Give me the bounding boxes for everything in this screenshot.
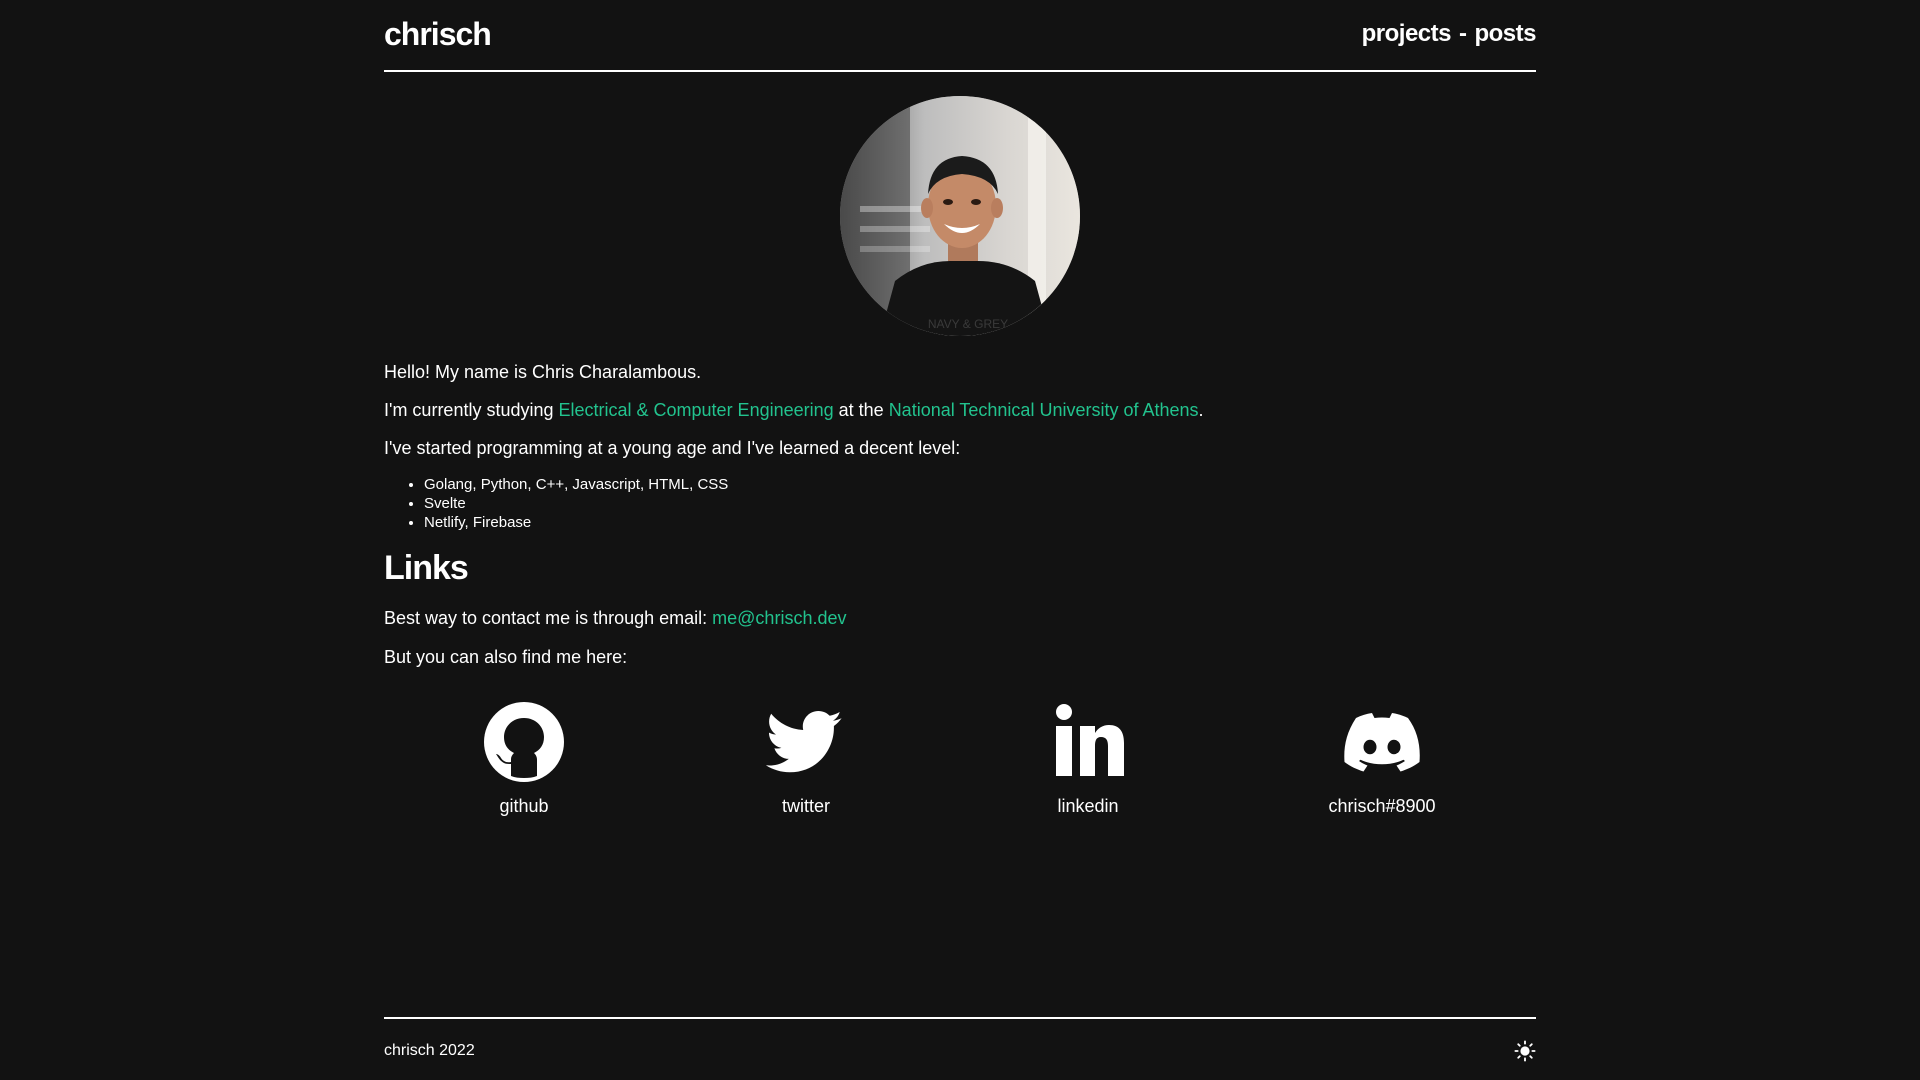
brand-link[interactable]: chrisch bbox=[384, 16, 492, 53]
nav-separator: - bbox=[1458, 20, 1467, 47]
twitter-label: twitter bbox=[781, 796, 830, 816]
social-links: github twitter linkedin chrisch#8900 bbox=[384, 700, 1536, 830]
discord-label: chrisch#8900 bbox=[1328, 796, 1436, 816]
linkedin-label: linkedin bbox=[1057, 796, 1119, 816]
main-nav: projects - posts bbox=[1362, 20, 1537, 48]
github-label: github bbox=[499, 796, 549, 816]
studying-text: I'm currently studying Electrical & Comp… bbox=[384, 398, 1536, 423]
github-icon bbox=[484, 702, 564, 782]
studying-suffix: . bbox=[1198, 400, 1204, 421]
profile-avatar: NAVY & GREY bbox=[840, 96, 1080, 336]
skills-list-item: Netlify, Firebase bbox=[424, 513, 1536, 532]
skills-list: Golang, Python, C++, Javascript, HTML, C… bbox=[384, 475, 1536, 532]
skills-list-item: Svelte bbox=[424, 494, 1536, 513]
also-find-text: But you can also find me here: bbox=[384, 646, 628, 667]
site-header: chrisch projects - posts bbox=[384, 0, 1536, 72]
skills-list-item: Golang, Python, C++, Javascript, HTML, C… bbox=[424, 475, 1536, 494]
email-link[interactable]: me@chrisch.dev bbox=[712, 608, 846, 628]
field-link[interactable]: Electrical & Computer Engineering bbox=[559, 400, 834, 420]
github-link[interactable]: github bbox=[424, 700, 624, 817]
twitter-link[interactable]: twitter bbox=[706, 700, 906, 817]
links-heading: Links bbox=[384, 548, 469, 587]
linkedin-link[interactable]: linkedin bbox=[988, 700, 1188, 817]
programming-text: I've started programming at a young age … bbox=[384, 438, 961, 459]
studying-mid: at the bbox=[833, 400, 889, 421]
main-content: Hello! My name is Chris Charalambous. I'… bbox=[384, 360, 1536, 683]
discord-link[interactable]: chrisch#8900 bbox=[1282, 700, 1482, 817]
sun-icon[interactable] bbox=[1514, 1040, 1536, 1062]
contact-text: Best way to contact me is through email:… bbox=[384, 606, 1536, 631]
linkedin-icon bbox=[1056, 704, 1124, 776]
site-footer: chrisch 2022 bbox=[384, 1017, 1536, 1080]
nav-posts-link[interactable]: posts bbox=[1474, 20, 1536, 48]
studying-prefix: I'm currently studying bbox=[384, 400, 559, 421]
university-link[interactable]: National Technical University of Athens bbox=[889, 400, 1199, 420]
avatar-photo: NAVY & GREY bbox=[840, 96, 1080, 336]
svg-text:NAVY & GREY: NAVY & GREY bbox=[928, 317, 1008, 331]
page: chrisch projects - posts NAVY & GREY Hel… bbox=[0, 0, 1920, 1080]
intro-text: Hello! My name is Chris Charalambous. bbox=[384, 362, 702, 382]
discord-icon bbox=[1344, 713, 1420, 772]
twitter-icon bbox=[765, 711, 842, 773]
nav-projects-link[interactable]: projects bbox=[1362, 20, 1452, 48]
footer-copyright: chrisch 2022 bbox=[384, 1042, 475, 1059]
contact-prefix: Best way to contact me is through email: bbox=[384, 608, 713, 629]
